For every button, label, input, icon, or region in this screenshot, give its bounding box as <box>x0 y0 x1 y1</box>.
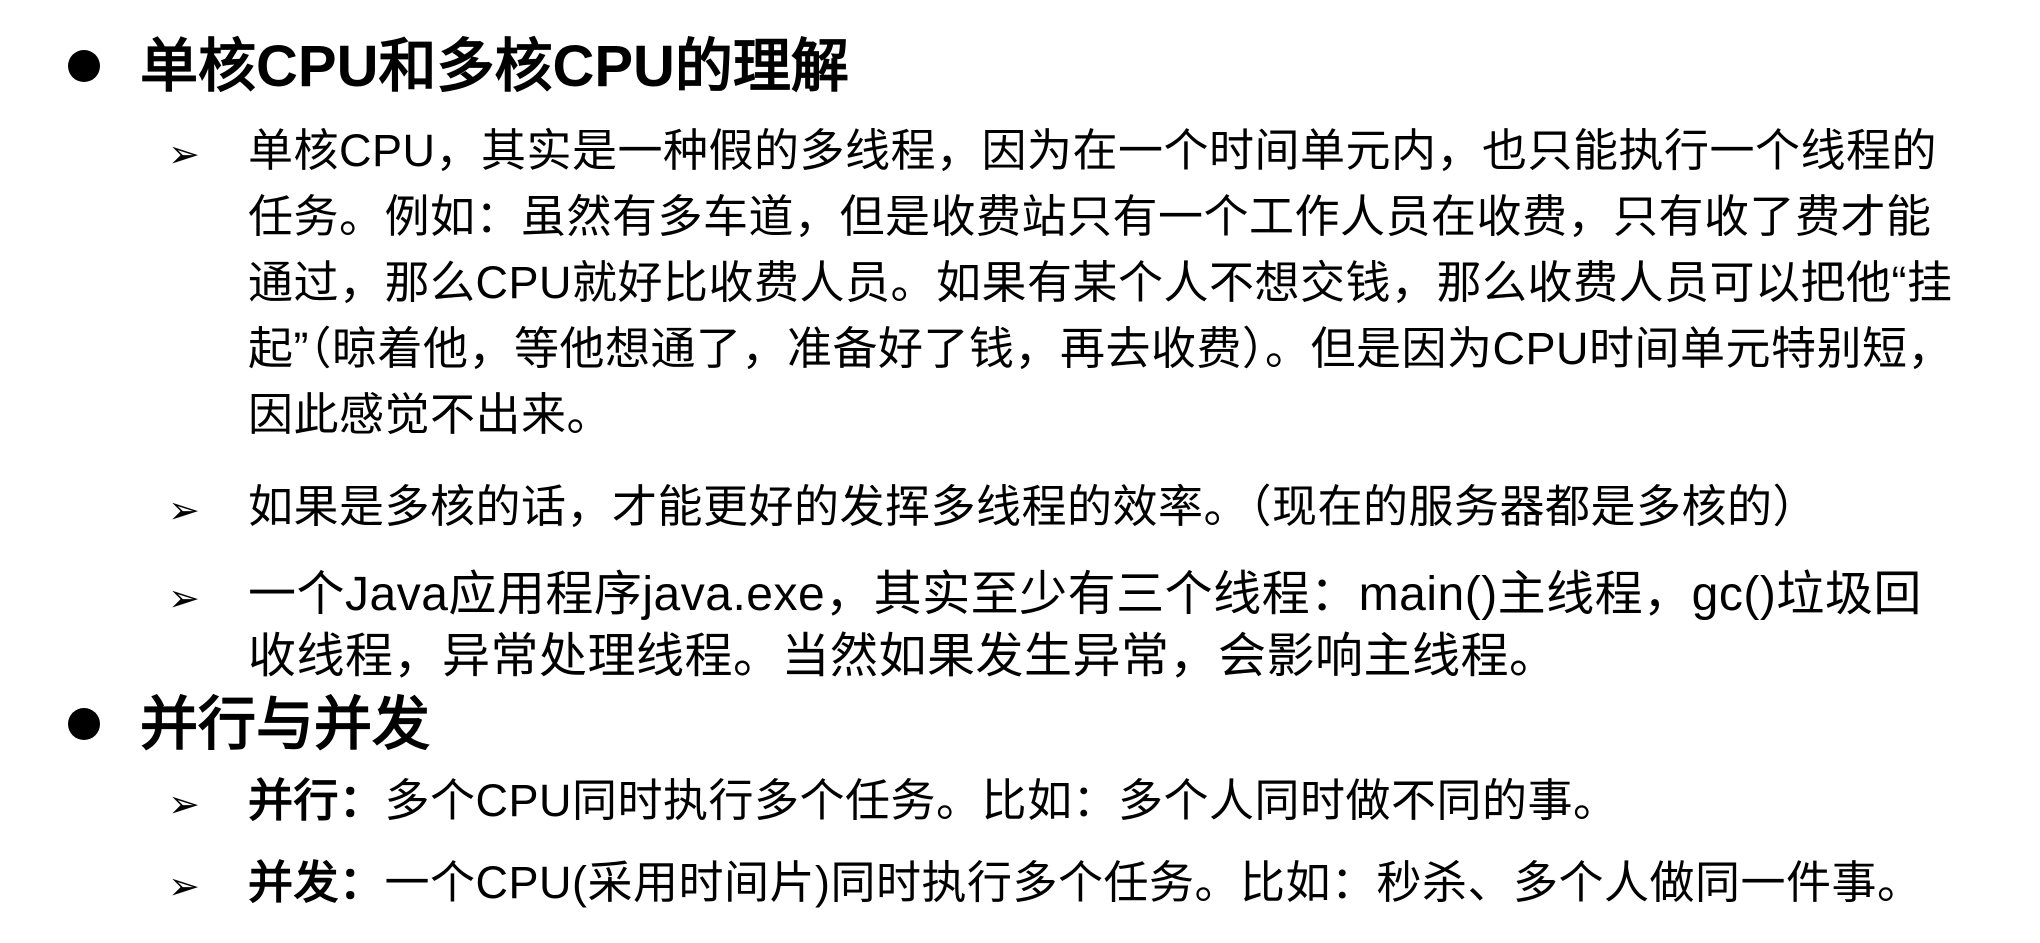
arrow-bullet-icon: ➢ <box>168 134 200 176</box>
arrow-bullet-icon: ➢ <box>168 866 200 908</box>
arrow-bullet-icon: ➢ <box>168 784 200 826</box>
definition-text: 多个CPU同时执行多个任务。比如：多个人同时做不同的事。 <box>384 775 1619 826</box>
definition-text: 一个CPU(采用时间片)同时执行多个任务。比如：秒杀、多个人做同一件事。 <box>384 857 1923 908</box>
filled-circle-bullet-icon <box>68 50 100 82</box>
arrow-bullet-icon: ➢ <box>168 578 200 620</box>
section-heading-text: 单核CPU和多核CPU的理解 <box>140 34 849 99</box>
term-concurrent: 并发： <box>248 857 385 908</box>
section-heading-text: 并行与并发 <box>140 692 431 757</box>
list-item-text: 单核CPU，其实是一种假的多线程，因为在一个时间单元内，也只能执行一个线程的任务… <box>248 125 1953 440</box>
list-item-text: 如果是多核的话，才能更好的发挥多线程的效率。（现在的服务器都是多核的） <box>248 481 1819 532</box>
list-item-text: 并行：多个CPU同时执行多个任务。比如：多个人同时做不同的事。 <box>248 768 1968 834</box>
list-item-text: 一个Java应用程序java.exe，其实至少有三个线程：main()主线程，g… <box>248 568 1922 683</box>
arrow-bullet-icon: ➢ <box>168 490 200 532</box>
list-item-text: 并发：一个CPU(采用时间片)同时执行多个任务。比如：秒杀、多个人做同一件事。 <box>248 850 1968 916</box>
term-parallel: 并行： <box>248 775 385 826</box>
filled-circle-bullet-icon <box>68 708 100 740</box>
